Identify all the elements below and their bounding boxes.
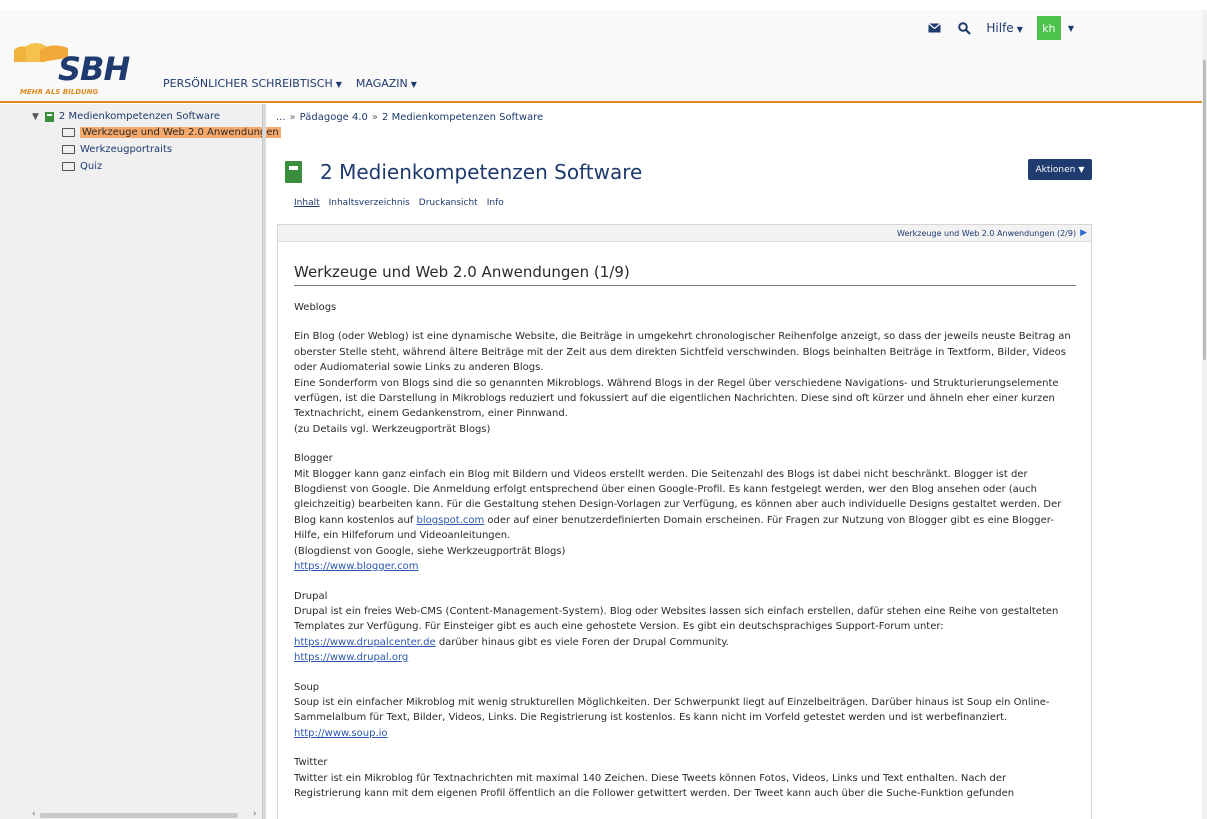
- chevron-down-icon: ▼: [1078, 165, 1085, 174]
- soup-text: Soup ist ein einfacher Mikroblog mit wen…: [294, 696, 1050, 724]
- breadcrumb-item[interactable]: 2 Medienkompetenzen Software: [382, 112, 543, 123]
- scrollbar-thumb[interactable]: [40, 813, 238, 818]
- weblogs-paragraph: Ein Blog (oder Weblog) ist eine dynamisc…: [294, 329, 1076, 437]
- tree-root[interactable]: ▼ 2 Medienkompetenzen Software: [32, 111, 220, 122]
- nav-magazin[interactable]: Magazin ▼: [356, 77, 417, 90]
- breadcrumb-separator: »: [289, 112, 296, 123]
- page-nav-strip: Werkzeuge und Web 2.0 Anwendungen (2/9) …: [278, 225, 1091, 242]
- arrow-right-icon: ▶: [1080, 228, 1087, 238]
- breadcrumb: ...» Pädagoge 4.0» 2 Medienkompetenzen Sof…: [276, 112, 543, 123]
- page-title: 2 Medienkompetenzen Software: [320, 160, 643, 184]
- tab-info[interactable]: Info: [487, 198, 504, 208]
- sidebar-item-werkzeuge[interactable]: Werkzeuge und Web 2.0 Anwendungen: [62, 125, 281, 140]
- sidebar-item-quiz[interactable]: Quiz: [62, 159, 102, 174]
- logo-text: SBH: [58, 50, 130, 88]
- twitter-section: Twitter Twitter ist ein Mikroblog für Te…: [294, 755, 1076, 801]
- logo-tagline: MEHR ALS BILDUNG: [20, 88, 99, 96]
- breadcrumb-item[interactable]: Pädagoge 4.0: [300, 112, 368, 123]
- tab-inhaltsverzeichnis[interactable]: Inhaltsverzeichnis: [329, 198, 410, 208]
- twitter-heading: Twitter: [294, 757, 328, 769]
- folder-icon: [62, 128, 75, 137]
- nav-personal-desk[interactable]: Persönlicher Schreibtisch ▼: [163, 77, 342, 90]
- tab-druckansicht[interactable]: Druckansicht: [419, 198, 478, 208]
- article-title: Werkzeuge und Web 2.0 Anwendungen (1/9): [294, 263, 1076, 286]
- top-toolbar: Hilfe ▼ kh ▼: [926, 16, 1074, 40]
- scroll-left-icon[interactable]: ‹: [32, 809, 36, 819]
- chevron-down-icon: ▼: [410, 80, 417, 89]
- search-icon[interactable]: [956, 20, 972, 36]
- nav-label: Magazin: [355, 77, 408, 90]
- breadcrumb-separator: »: [371, 112, 379, 123]
- drupalcenter-link[interactable]: https://www.drupalcenter.de: [294, 637, 436, 648]
- drupal-section: Drupal Drupal ist ein freies Web-CMS (Co…: [294, 589, 1076, 666]
- weblogs-text-1: Ein Blog (oder Weblog) ist eine dynamisc…: [294, 331, 1071, 374]
- drupal-text-1: Drupal ist ein freies Web-CMS (Content-M…: [294, 605, 1059, 633]
- sidebar-item-label: Werkzeugportraits: [80, 144, 173, 155]
- blogger-text-3: (Blogdienst von Google, siehe Werkzeugpo…: [294, 545, 566, 557]
- learning-module-icon: [285, 161, 302, 183]
- weblogs-text-2: Eine Sonderform von Blogs sind die so ge…: [294, 377, 1059, 420]
- content-panel: Werkzeuge und Web 2.0 Anwendungen (2/9) …: [277, 224, 1092, 819]
- scrollbar-thumb[interactable]: [1203, 60, 1206, 360]
- weblogs-text-3: (zu Details vgl. Werkzeugporträt Blogs): [294, 423, 491, 435]
- chevron-down-icon: ▼: [335, 80, 342, 89]
- drupal-url-link[interactable]: https://www.drupal.org: [294, 652, 408, 663]
- blogger-section: Blogger Mit Blogger kann ganz einfach ei…: [294, 451, 1076, 574]
- tree-root-label: 2 Medienkompetenzen Software: [58, 111, 221, 122]
- blogger-heading: Blogger: [294, 453, 333, 465]
- user-menu[interactable]: kh ▼: [1036, 16, 1074, 40]
- site-header: Hilfe ▼ kh ▼ SBH MEHR ALS BILDUNG Persönl…: [0, 10, 1202, 103]
- top-strip: [0, 0, 1207, 10]
- blogger-url-link[interactable]: https://www.blogger.com: [294, 561, 418, 572]
- actions-label: Aktionen: [1035, 164, 1076, 175]
- next-page-link[interactable]: Werkzeuge und Web 2.0 Anwendungen (2/9) …: [897, 228, 1087, 238]
- soup-heading: Soup: [294, 681, 320, 693]
- soup-url-link[interactable]: http://www.soup.io: [294, 728, 388, 739]
- scroll-right-icon[interactable]: ›: [253, 809, 257, 819]
- avatar[interactable]: kh: [1036, 16, 1061, 40]
- drupal-text-2: darüber hinaus gibt es viele Foren der D…: [435, 636, 729, 648]
- sidebar-item-label: Werkzeuge und Web 2.0 Anwendungen: [80, 127, 281, 138]
- sidebar-resize-handle[interactable]: [262, 104, 266, 819]
- learning-module-icon: [44, 111, 54, 122]
- tab-inhalt[interactable]: Inhalt: [294, 198, 320, 208]
- main-nav: Persönlicher Schreibtisch ▼ Magazin ▼: [163, 77, 417, 90]
- folder-icon: [62, 162, 75, 171]
- twitter-text: Twitter ist ein Mikroblog für Textnachri…: [294, 772, 1015, 799]
- chevron-down-icon: ▼: [1016, 25, 1023, 34]
- weblogs-heading: Weblogs: [294, 302, 337, 313]
- sidebar-tree: ▼ 2 Medienkompetenzen Software Werkzeuge…: [0, 104, 281, 819]
- help-label: Hilfe: [986, 21, 1014, 35]
- breadcrumb-ellipsis[interactable]: ...: [276, 112, 286, 123]
- tree-expand-icon[interactable]: ▼: [32, 112, 39, 122]
- actions-button[interactable]: Aktionen ▼: [1028, 159, 1092, 180]
- sidebar-horizontal-scrollbar[interactable]: ‹ ›: [0, 809, 262, 819]
- next-page-label: Werkzeuge und Web 2.0 Anwendungen (2/9): [897, 228, 1077, 238]
- drupal-heading: Drupal: [294, 590, 328, 602]
- sidebar-item-label: Quiz: [80, 161, 103, 172]
- page-vertical-scrollbar[interactable]: [1202, 10, 1207, 819]
- soup-section: Soup Soup ist ein einfacher Mikroblog mi…: [294, 680, 1076, 742]
- sbh-logo[interactable]: SBH MEHR ALS BILDUNG: [12, 40, 132, 102]
- sidebar-item-werkzeugportraits[interactable]: Werkzeugportraits: [62, 142, 172, 157]
- folder-icon: [62, 145, 75, 154]
- article: Werkzeuge und Web 2.0 Anwendungen (1/9) …: [294, 263, 1076, 815]
- mail-icon[interactable]: [926, 20, 942, 36]
- help-menu[interactable]: Hilfe ▼: [986, 21, 1022, 35]
- sub-tabs: Inhalt Inhaltsverzeichnis Druckansicht I…: [294, 198, 504, 208]
- chevron-down-icon: ▼: [1067, 23, 1074, 33]
- nav-label: Persönlicher Schreibtisch: [163, 77, 333, 90]
- page-header: 2 Medienkompetenzen Software: [285, 160, 642, 184]
- blogspot-link[interactable]: blogspot.com: [417, 515, 485, 526]
